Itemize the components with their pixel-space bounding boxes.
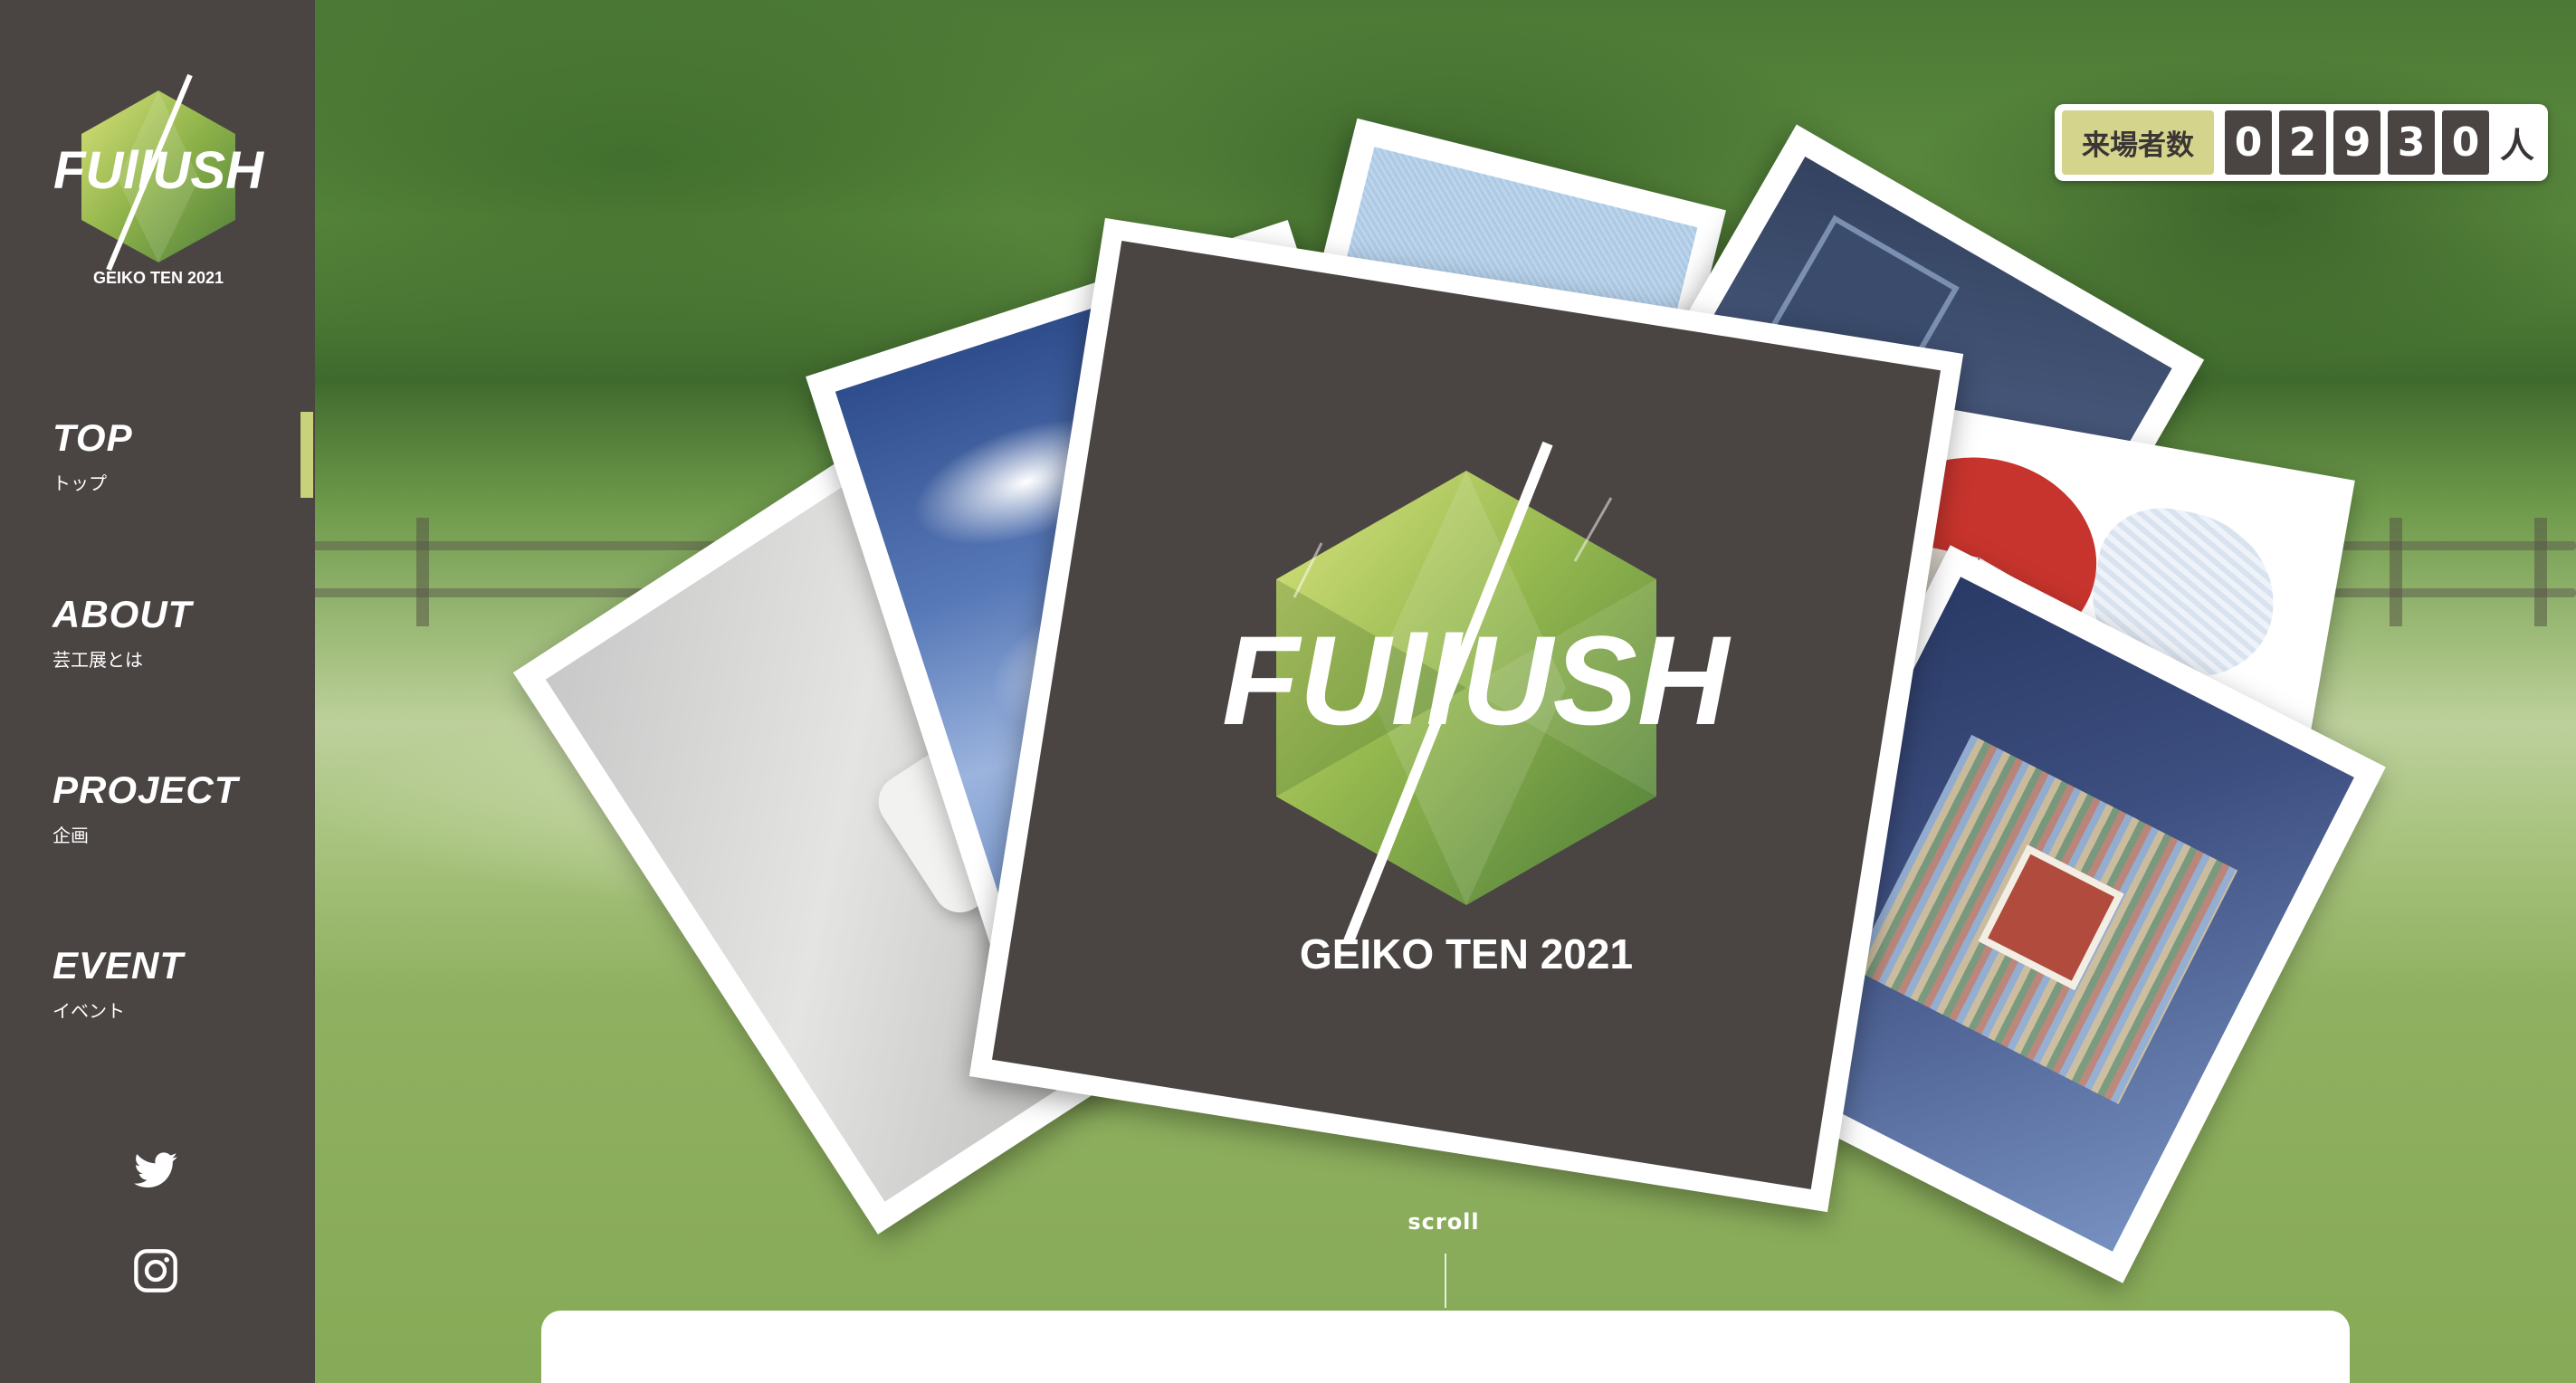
nav-label-en: EVENT (52, 944, 185, 987)
instagram-link[interactable] (132, 1247, 179, 1294)
nav-label-ja: 芸工展とは (52, 649, 143, 671)
main-logo-graphic: FUllUSH GEIKO TEN 2021 (1222, 441, 1732, 978)
instagram-icon (134, 1249, 177, 1292)
photo-card-main-logo[interactable]: FUllUSH GEIKO TEN 2021 (968, 217, 1964, 1213)
counter-digit: 3 (2388, 110, 2435, 175)
counter-digit: 2 (2279, 110, 2326, 175)
svg-text:GEIKO TEN 2021: GEIKO TEN 2021 (1300, 930, 1633, 978)
content-panel (541, 1311, 2350, 1383)
nav-item-project[interactable]: PROJECT 企画 (52, 768, 297, 868)
scroll-indicator-line (1445, 1254, 1446, 1308)
visitor-counter: 来場者数 0 2 9 3 0 人 (2055, 104, 2548, 181)
nav-active-indicator (301, 412, 313, 498)
logo-graphic: FUllUSH GEIKO TEN 2021 (53, 73, 264, 287)
nav-item-about[interactable]: ABOUT 芸工展とは (52, 593, 297, 692)
nav-label-en: PROJECT (52, 768, 239, 811)
nav-label-ja: 企画 (52, 825, 89, 846)
nav-label-en: ABOUT (52, 593, 193, 635)
svg-text:FUllUSH: FUllUSH (53, 141, 264, 200)
twitter-icon (134, 1152, 177, 1187)
nav-item-top[interactable]: TOP トップ (52, 416, 297, 516)
sidebar: FUllUSH GEIKO TEN 2021 TOP トップ ABOUT 芸工展… (0, 0, 315, 1383)
main-logo-panel: FUllUSH GEIKO TEN 2021 (991, 240, 1942, 1190)
counter-digit: 0 (2442, 110, 2489, 175)
nav-item-event[interactable]: EVENT イベント (52, 944, 297, 1044)
visitor-counter-label: 来場者数 (2062, 110, 2214, 175)
svg-text:FUllUSH: FUllUSH (1222, 609, 1732, 751)
svg-text:GEIKO TEN 2021: GEIKO TEN 2021 (93, 269, 224, 287)
nav-label-en: TOP (52, 416, 133, 459)
nav-label-ja: トップ (52, 472, 107, 494)
nav-label-ja: イベント (52, 1000, 125, 1022)
scroll-indicator-label[interactable]: scroll (1407, 1209, 1480, 1235)
twitter-link[interactable] (132, 1148, 179, 1195)
site-logo[interactable]: FUllUSH GEIKO TEN 2021 (45, 71, 272, 297)
visitor-counter-unit: 人 (2500, 126, 2535, 166)
counter-digit: 0 (2225, 110, 2272, 175)
visitor-counter-digits: 0 2 9 3 0 (2218, 110, 2489, 175)
counter-digit: 9 (2333, 110, 2380, 175)
